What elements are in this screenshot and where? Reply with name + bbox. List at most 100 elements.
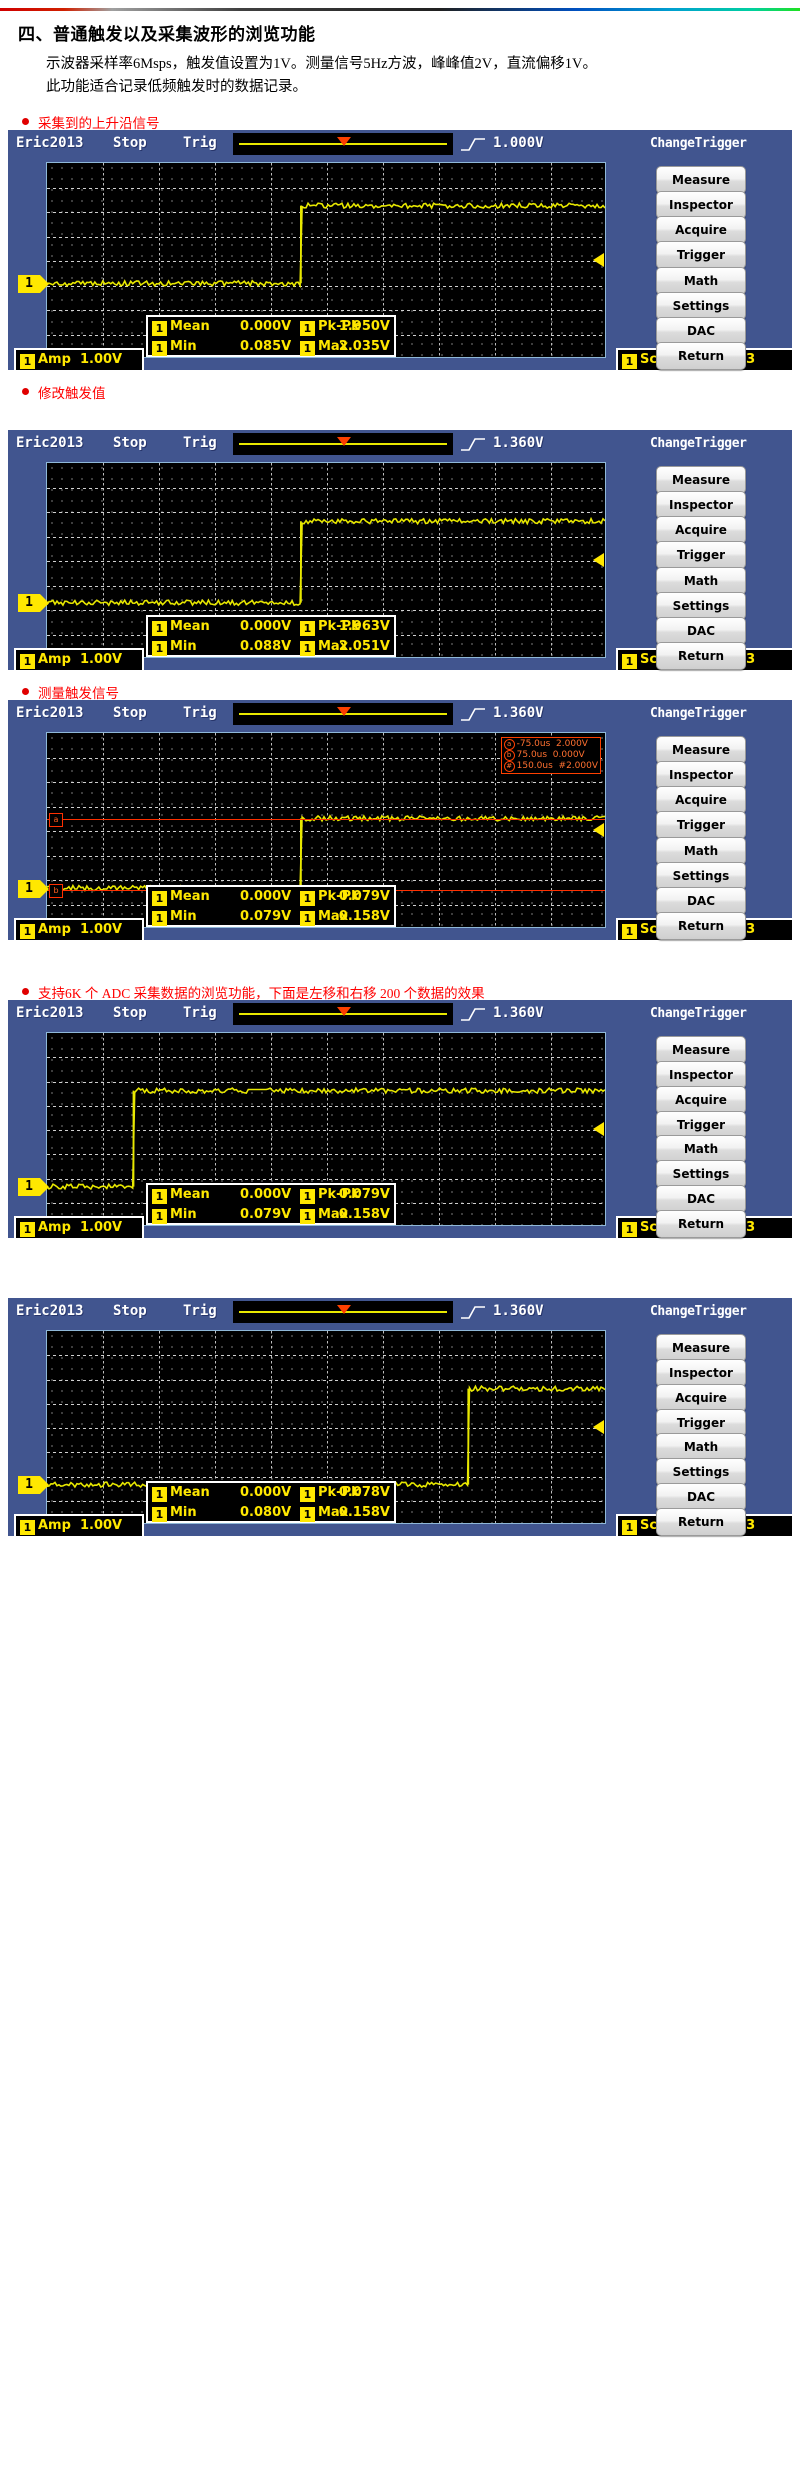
softkey-trigger[interactable]: Trigger (656, 541, 746, 569)
softkey-settings[interactable]: Settings (656, 862, 746, 890)
bullet-4: 支持6K 个 ADC 采集数据的浏览功能，下面是左移和右移 200 个数据的效果 (22, 982, 485, 1002)
trigger-level-arrow-icon[interactable] (593, 1122, 604, 1136)
cursor-tag-b[interactable]: b (49, 884, 63, 898)
softkey-return[interactable]: Return (656, 342, 746, 370)
softkey-dac[interactable]: DAC (656, 887, 746, 915)
channel-1-ground-marker[interactable]: 1 (18, 880, 49, 898)
trigger-position-marker-icon[interactable] (337, 137, 351, 146)
cursor-line-a[interactable] (47, 819, 605, 820)
trigger-position-marker-icon[interactable] (337, 707, 351, 716)
softkey-return[interactable]: Return (656, 1210, 746, 1238)
softkey-inspector[interactable]: Inspector (656, 491, 746, 519)
softkey-dac[interactable]: DAC (656, 1185, 746, 1213)
softkey-settings[interactable]: Settings (656, 292, 746, 320)
softkey-inspector[interactable]: Inspector (656, 1061, 746, 1089)
oscilloscope-panel-1: Eric2013 Stop Trig 1.000V ChangeTrigger 1 1 Mea… (8, 130, 794, 372)
channel-1-ground-marker[interactable]: 1 (18, 1178, 49, 1196)
softkey-settings[interactable]: Settings (656, 592, 746, 620)
record-position-strip[interactable] (233, 133, 453, 155)
measure-min-value: 0.088V (240, 639, 292, 654)
trigger-level-value[interactable]: 1.000V (493, 135, 544, 151)
record-position-strip[interactable] (233, 703, 453, 725)
softkey-math[interactable]: Math (656, 1433, 746, 1461)
record-position-strip[interactable] (233, 1301, 453, 1323)
softkey-inspector[interactable]: Inspector (656, 761, 746, 789)
trigger-level-value[interactable]: 1.360V (493, 435, 544, 451)
scope-top-bar: Eric2013 Stop Trig 1.360V ChangeTrigger (8, 1298, 792, 1326)
amplitude-status-bar[interactable]: 1 Amp 1.00V (14, 1216, 144, 1240)
oscilloscope-panel-2: Eric2013 Stop Trig 1.360V ChangeTrigger 1 1 Mea… (8, 430, 794, 672)
softkey-measure[interactable]: Measure (656, 1036, 746, 1064)
softkey-math[interactable]: Math (656, 1135, 746, 1163)
bullet-1: 采集到的上升沿信号 (22, 112, 160, 132)
softkey-settings[interactable]: Settings (656, 1160, 746, 1188)
softkey-dac[interactable]: DAC (656, 317, 746, 345)
softkey-acquire[interactable]: Acquire (656, 786, 746, 814)
softkey-acquire[interactable]: Acquire (656, 216, 746, 244)
softkey-acquire[interactable]: Acquire (656, 1086, 746, 1114)
amplitude-status-bar[interactable]: 1 Amp 1.00V (14, 918, 144, 942)
softkey-acquire[interactable]: Acquire (656, 1384, 746, 1412)
cursor-row-time: -75.0us (516, 739, 551, 749)
rising-edge-icon (460, 707, 486, 722)
softkey-trigger[interactable]: Trigger (656, 241, 746, 269)
record-position-strip[interactable] (233, 1003, 453, 1025)
softkey-dac[interactable]: DAC (656, 1483, 746, 1511)
run-state-button[interactable]: Stop (113, 435, 147, 451)
measurement-row-2: 1 Min 0.085V 1 Max 2.035V (148, 337, 394, 357)
trigger-level-value[interactable]: 1.360V (493, 705, 544, 721)
softkey-math[interactable]: Math (656, 267, 746, 295)
softkey-measure[interactable]: Measure (656, 1334, 746, 1362)
amplitude-status-bar[interactable]: 1 Amp 1.00V (14, 1514, 144, 1538)
amplitude-status-bar[interactable]: 1 Amp 1.00V (14, 348, 144, 372)
trigger-mode-label: Trig (183, 1303, 217, 1319)
run-state-button[interactable]: Stop (113, 705, 147, 721)
trigger-level-arrow-icon[interactable] (593, 553, 604, 567)
channel-badge-icon: 1 (622, 1520, 637, 1535)
intro-paragraph-1: 示波器采样率6Msps，触发值设置为1V。测量信号5Hz方波，峰峰值2V，直流偏… (46, 56, 597, 72)
channel-badge-icon: 1 (20, 654, 35, 669)
trigger-position-marker-icon[interactable] (337, 1007, 351, 1016)
softkey-settings[interactable]: Settings (656, 1458, 746, 1486)
amp-readout: 1 Amp 1.00V (20, 350, 122, 370)
channel-1-ground-marker[interactable]: 1 (18, 594, 49, 612)
softkey-math[interactable]: Math (656, 567, 746, 595)
bullet-dot-icon (22, 687, 29, 695)
brand-label: ChangeTrigger (650, 136, 747, 151)
softkey-return[interactable]: Return (656, 912, 746, 940)
channel-1-ground-marker[interactable]: 1 (18, 1476, 49, 1494)
trigger-level-value[interactable]: 1.360V (493, 1303, 544, 1319)
softkey-inspector[interactable]: Inspector (656, 191, 746, 219)
trigger-level-arrow-icon[interactable] (593, 1420, 604, 1434)
run-state-button[interactable]: Stop (113, 135, 147, 151)
amp-readout: 1 Amp 1.00V (20, 1516, 122, 1536)
run-state-button[interactable]: Stop (113, 1005, 147, 1021)
softkey-measure[interactable]: Measure (656, 166, 746, 194)
softkey-math[interactable]: Math (656, 837, 746, 865)
trigger-position-marker-icon[interactable] (337, 437, 351, 446)
softkey-trigger[interactable]: Trigger (656, 811, 746, 839)
trigger-position-marker-icon[interactable] (337, 1305, 351, 1314)
brand-label: ChangeTrigger (650, 706, 747, 721)
record-position-strip[interactable] (233, 433, 453, 455)
channel-1-ground-marker[interactable]: 1 (18, 275, 49, 293)
cursor-tag-a[interactable]: a (49, 813, 63, 827)
softkey-acquire[interactable]: Acquire (656, 516, 746, 544)
scope-top-bar: Eric2013 Stop Trig 1.360V ChangeTrigger (8, 430, 792, 458)
run-state-button[interactable]: Stop (113, 1303, 147, 1319)
measure-pkpk-value: 0.078V (338, 1485, 390, 1500)
softkey-inspector[interactable]: Inspector (656, 1359, 746, 1387)
amplitude-status-bar[interactable]: 1 Amp 1.00V (14, 648, 144, 672)
softkey-return[interactable]: Return (656, 642, 746, 670)
channel-badge-icon: 1 (152, 1507, 167, 1522)
trigger-level-arrow-icon[interactable] (593, 823, 604, 837)
softkey-measure[interactable]: Measure (656, 466, 746, 494)
channel-badge-icon: 1 (300, 341, 315, 356)
measurement-readout-box: 1 Mean 0.000V 1 Pk-Pk 0.079V 1 Min 0.079V 1 Max 0.1… (146, 1183, 396, 1225)
softkey-measure[interactable]: Measure (656, 736, 746, 764)
softkey-dac[interactable]: DAC (656, 617, 746, 645)
trigger-level-arrow-icon[interactable] (593, 253, 604, 267)
cursor-readout-box: a -75.0us 2.000V b 75.0us 0.000V #150.0us #2… (500, 737, 601, 774)
softkey-return[interactable]: Return (656, 1508, 746, 1536)
trigger-level-value[interactable]: 1.360V (493, 1005, 544, 1021)
